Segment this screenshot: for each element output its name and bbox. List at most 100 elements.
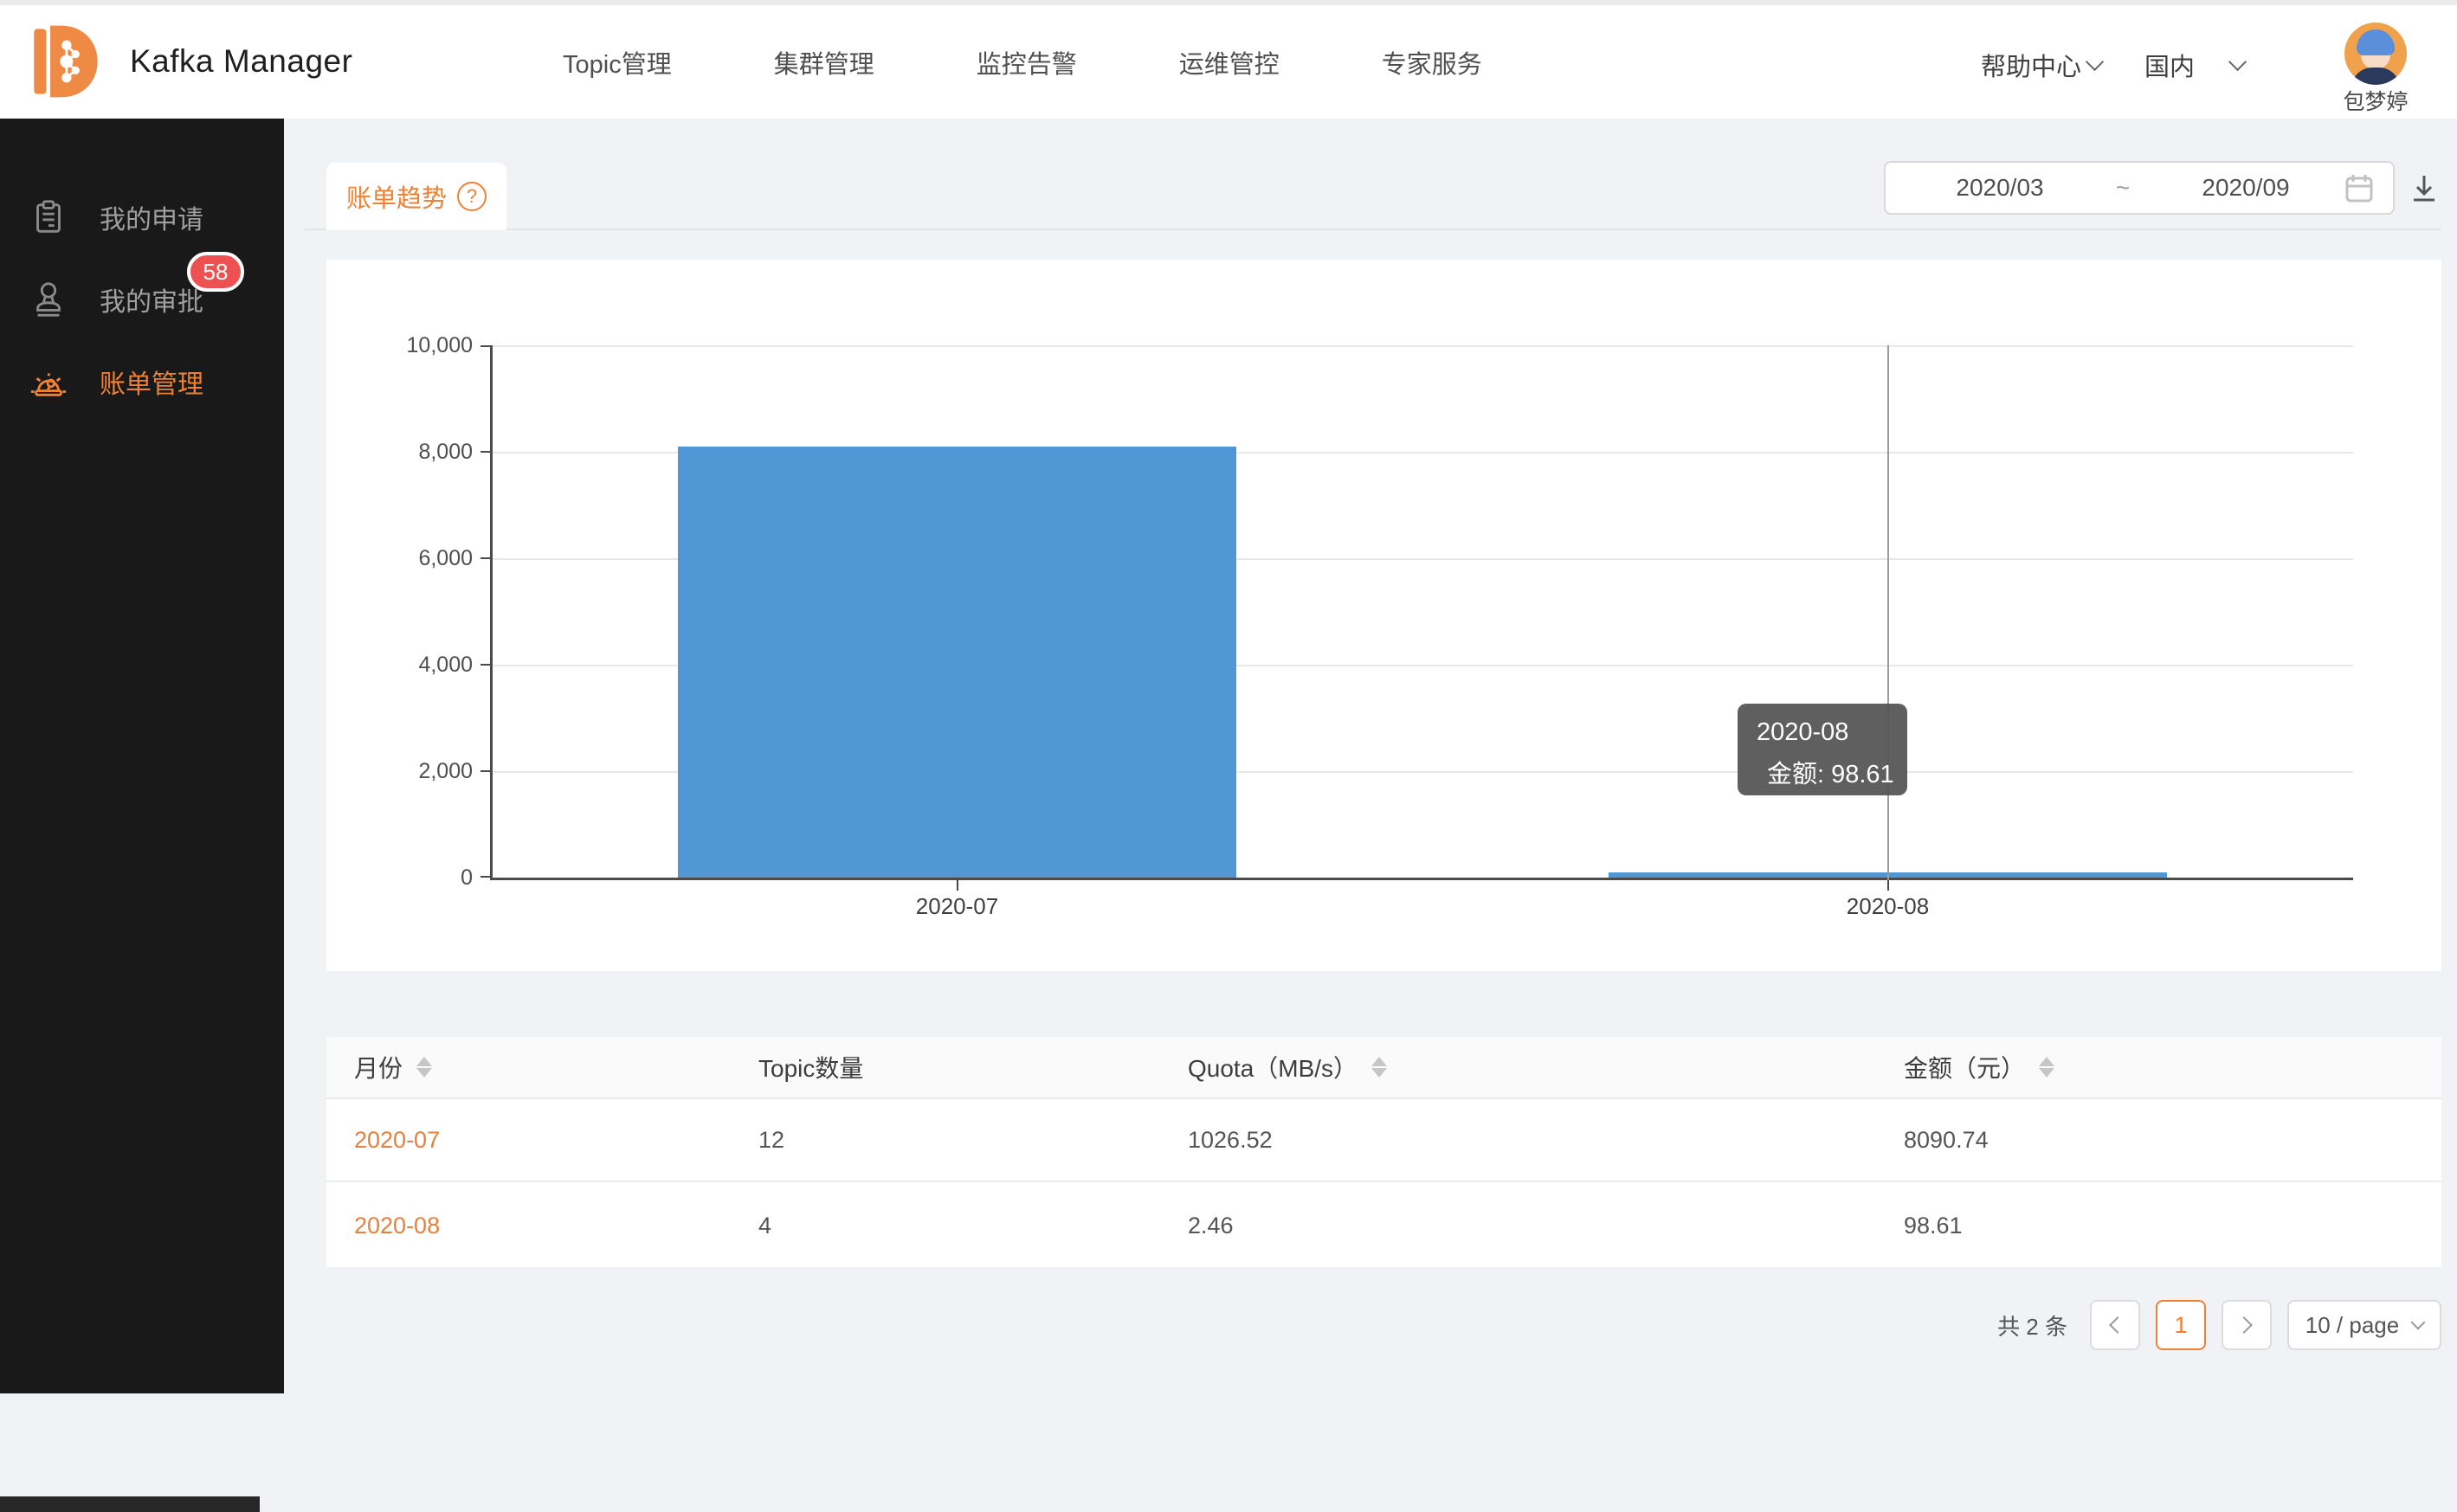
y-axis-label: 4,000	[369, 653, 473, 678]
billing-table-card: 月份 Topic数量 Quota（MB/s） 金额（元） 2020-07 12 …	[326, 1037, 2441, 1267]
tooltip-value: 金额: 98.61	[1767, 754, 1894, 790]
chevron-left-icon	[2109, 1316, 2126, 1334]
x-tick	[1887, 880, 1889, 891]
amount-cell: 8090.74	[1904, 1099, 1989, 1181]
y-tick	[480, 451, 490, 453]
pagination: 共 2 条 1 10 / page	[1997, 1300, 2441, 1350]
sidebar-item-billing[interactable]: 账单管理	[0, 357, 284, 407]
chart-tooltip: 2020-08 金额: 98.61	[1738, 704, 1907, 795]
nav-expert[interactable]: 专家服务	[1382, 44, 1482, 80]
quota-cell: 1026.52	[1188, 1099, 1273, 1181]
y-axis-label: 8,000	[369, 440, 473, 465]
y-tick	[480, 770, 490, 772]
billing-trend-chart-card: 10,000 8,000 6,000 4,000 2,000 0 2020-07…	[326, 260, 2441, 971]
region-label: 国内	[2144, 47, 2195, 83]
page-1-button[interactable]: 1	[2156, 1300, 2206, 1350]
column-label: Quota（MB/s）	[1188, 1050, 1357, 1084]
table-row: 2020-08 4 2.46 98.61	[326, 1184, 2441, 1267]
question-circle-icon[interactable]: ?	[457, 182, 487, 211]
chevron-down-icon	[2411, 1316, 2426, 1330]
top-navbar: Kafka Manager Topic管理 集群管理 监控告警 运维管控 专家服…	[0, 0, 2457, 119]
download-icon	[2405, 170, 2443, 208]
region-dropdown[interactable]: 国内	[2144, 47, 2244, 83]
tab-billing-trend[interactable]: 账单趋势 ?	[326, 163, 506, 230]
download-button[interactable]	[2405, 170, 2443, 208]
y-axis-label: 10,000	[369, 333, 473, 358]
y-tick	[480, 876, 490, 878]
nav-cluster[interactable]: 集群管理	[774, 44, 874, 80]
table-header-row: 月份 Topic数量 Quota（MB/s） 金额（元）	[326, 1037, 2441, 1099]
avatar-cap	[2357, 29, 2395, 55]
sidebar-item-label: 我的审批	[100, 280, 203, 318]
horizontal-scrollbar-thumb[interactable]	[0, 1496, 260, 1512]
month-link[interactable]: 2020-08	[354, 1213, 440, 1239]
help-center-dropdown[interactable]: 帮助中心	[1981, 47, 2101, 83]
user-name: 包梦婷	[2317, 85, 2434, 116]
brand-title: Kafka Manager	[130, 43, 352, 80]
topics-cell: 4	[758, 1184, 771, 1267]
column-label: 月份	[354, 1050, 403, 1084]
column-label: Topic数量	[758, 1050, 863, 1084]
month-link[interactable]: 2020-07	[354, 1127, 440, 1154]
y-axis-label: 6,000	[369, 546, 473, 571]
chevron-right-icon	[2235, 1316, 2253, 1334]
y-axis-label: 0	[369, 865, 473, 891]
help-center-label: 帮助中心	[1981, 47, 2081, 83]
x-axis-label: 2020-08	[1802, 893, 1975, 920]
tooltip-crosshair-line	[1887, 345, 1889, 888]
x-axis-label: 2020-07	[871, 893, 1044, 920]
column-header-amount[interactable]: 金额（元）	[1904, 1037, 2054, 1097]
next-page-button[interactable]	[2222, 1300, 2272, 1350]
total-count-label: 共 2 条	[1997, 1309, 2067, 1341]
bar-2020-07[interactable]	[678, 447, 1236, 878]
main-nav: Topic管理 集群管理 监控告警 运维管控 专家服务	[563, 5, 1482, 119]
y-tick	[480, 557, 490, 559]
tab-label: 账单趋势	[346, 178, 447, 215]
sort-caret-icon[interactable]	[1371, 1057, 1387, 1078]
brand[interactable]: Kafka Manager	[24, 21, 352, 102]
avatar-shirt	[2351, 68, 2400, 85]
nav-topic[interactable]: Topic管理	[563, 44, 672, 80]
range-start-input[interactable]: 2020/03	[1903, 174, 2097, 202]
y-tick	[480, 345, 490, 347]
topics-cell: 12	[758, 1099, 784, 1181]
chevron-down-icon	[2228, 52, 2247, 70]
prev-page-button[interactable]	[2090, 1300, 2140, 1350]
kafka-manager-logo-icon	[24, 21, 106, 102]
page-number: 1	[2174, 1312, 2187, 1339]
quota-cell: 2.46	[1188, 1184, 1234, 1267]
page-size-select[interactable]: 10 / page	[2287, 1300, 2441, 1350]
approval-count-badge: 58	[187, 252, 244, 292]
nav-monitor[interactable]: 监控告警	[977, 44, 1077, 80]
sidebar-item-my-applications[interactable]: 我的申请	[0, 192, 284, 242]
chevron-down-icon	[2086, 52, 2104, 70]
month-range-picker[interactable]: 2020/03 ~ 2020/09	[1884, 161, 2395, 215]
bar-chart-plot: 10,000 8,000 6,000 4,000 2,000 0 2020-07…	[492, 345, 2353, 878]
tabbar-divider	[305, 228, 2441, 230]
calendar-icon[interactable]	[2343, 171, 2376, 204]
range-end-input[interactable]: 2020/09	[2149, 174, 2343, 202]
gridline	[492, 345, 2353, 347]
user-avatar[interactable]	[2344, 23, 2407, 85]
table-row: 2020-07 12 1026.52 8090.74	[326, 1099, 2441, 1182]
y-axis-label: 2,000	[369, 759, 473, 784]
alarm-icon	[29, 362, 68, 402]
column-header-quota[interactable]: Quota（MB/s）	[1188, 1037, 1387, 1097]
range-separator: ~	[2097, 174, 2149, 202]
amount-cell: 98.61	[1904, 1184, 1963, 1267]
column-header-month[interactable]: 月份	[354, 1037, 432, 1097]
stamp-icon	[29, 280, 68, 319]
page-size-label: 10 / page	[2305, 1312, 2399, 1339]
column-header-topics: Topic数量	[758, 1037, 863, 1097]
sort-caret-icon[interactable]	[416, 1057, 432, 1078]
clipboard-icon	[29, 197, 68, 237]
sidebar-item-label: 账单管理	[100, 363, 203, 401]
x-axis-line	[490, 878, 2353, 880]
y-axis-line	[490, 345, 493, 878]
tooltip-title: 2020-08	[1757, 716, 1888, 749]
x-tick	[957, 880, 958, 891]
sort-caret-icon[interactable]	[2039, 1057, 2054, 1078]
nav-ops[interactable]: 运维管控	[1179, 44, 1280, 80]
y-tick	[480, 664, 490, 666]
column-label: 金额（元）	[1904, 1050, 2025, 1084]
